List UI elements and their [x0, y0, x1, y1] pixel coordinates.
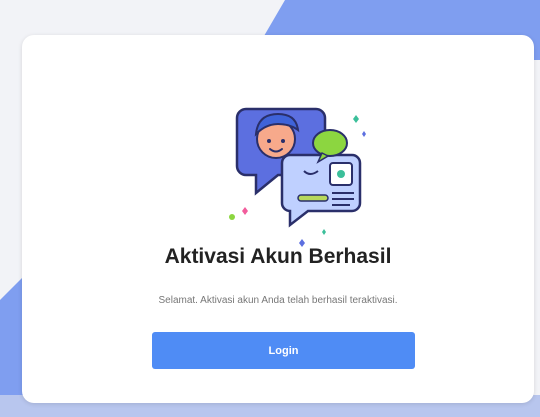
success-message: Selamat. Aktivasi akun Anda telah berhas… [158, 295, 398, 306]
user-chat-profile-illustration [229, 107, 366, 247]
activation-success-card: Aktivasi Akun Berhasil Selamat. Aktivasi… [22, 35, 534, 403]
page-title: Aktivasi Akun Berhasil [164, 245, 392, 268]
login-button[interactable]: Login [152, 332, 415, 369]
